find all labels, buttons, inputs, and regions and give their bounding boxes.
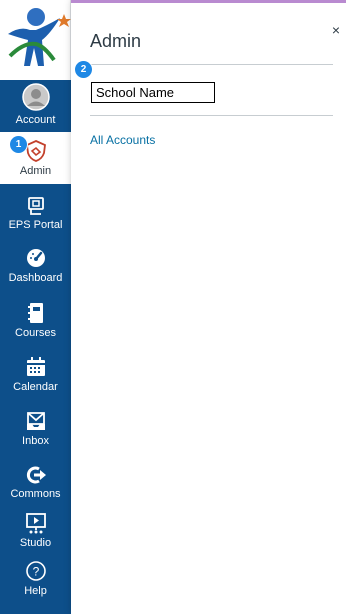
nav-item-label: EPS Portal [8,219,63,231]
nav-item-label: Calendar [13,381,58,393]
nav-item-dashboard[interactable]: Dashboard [0,247,71,284]
account-avatar-icon [21,83,50,111]
school-name-label: School Name [91,82,215,103]
nav-item-label: Studio [19,537,52,549]
calendar-icon [26,357,45,376]
nav-item-label: Account [15,114,56,126]
nav-item-label: Commons [10,488,61,500]
nav-item-studio[interactable]: Studio [0,512,71,549]
shield-icon [25,140,46,162]
inbox-icon [26,412,45,430]
close-icon[interactable]: × [332,22,340,38]
admin-tray: Admin × 2 School Name All Accounts [71,0,346,614]
school-logo[interactable] [0,0,71,80]
nav-item-account[interactable]: Account [0,83,71,126]
nav-item-label: Help [24,585,47,597]
logo-icon [8,8,71,66]
tray-title: Admin [90,31,142,51]
portal-icon [27,197,44,215]
nav-item-calendar[interactable]: Calendar [0,356,71,393]
nav-item-commons[interactable]: Commons [0,465,71,500]
help-circle-icon: ? [25,561,46,581]
nav-item-eps-portal[interactable]: EPS Portal [0,196,71,231]
step-badge-2: 2 [75,61,92,78]
studio-screen-icon [25,513,46,534]
global-nav: Account Admin 1 EPS Portal Dashboard Cou… [0,0,71,614]
courses-notebook-icon [27,303,43,323]
nav-item-label: Courses [15,327,56,339]
nav-item-label: Dashboard [8,272,63,284]
divider [90,64,333,65]
nav-item-inbox[interactable]: Inbox [0,410,71,447]
nav-item-label: Inbox [22,435,49,447]
nav-item-courses[interactable]: Courses [0,302,71,339]
svg-text:?: ? [32,565,39,579]
nav-item-help[interactable]: ? Help [0,560,71,597]
divider [90,115,333,116]
step-badge-1: 1 [10,136,27,153]
nav-item-label: Admin [19,165,52,177]
dashboard-gauge-icon [26,249,45,267]
commons-arrow-icon [26,466,46,484]
all-accounts-link[interactable]: All Accounts [90,133,155,147]
tray-top-border [71,0,346,3]
